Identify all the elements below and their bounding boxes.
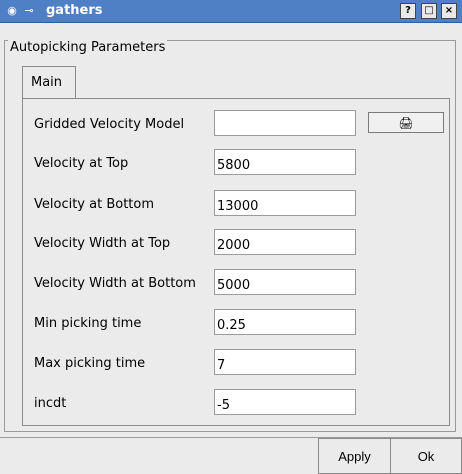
velocity-width-at-bottom-label: Velocity Width at Bottom — [34, 276, 196, 291]
close-button[interactable]: × — [441, 3, 457, 19]
velocity-width-at-top-label: Velocity Width at Top — [34, 236, 171, 251]
tab-panel-main — [22, 98, 450, 426]
pin-icon[interactable]: ⊸ — [22, 5, 36, 17]
gridded-velocity-model-field[interactable] — [214, 110, 356, 136]
gridded-velocity-model-label: Gridded Velocity Model — [34, 117, 185, 132]
incdt-field[interactable] — [214, 389, 356, 415]
min-picking-time-field[interactable] — [214, 309, 356, 335]
folder-open-icon: 🖨 — [398, 116, 414, 130]
help-button[interactable]: ? — [400, 3, 416, 19]
eye-icon[interactable]: ◉ — [6, 5, 18, 17]
ok-button[interactable]: Ok — [390, 438, 462, 474]
velocity-width-at-top-field[interactable] — [214, 229, 356, 255]
tab-main-label: Main — [31, 75, 63, 90]
group-title: Autopicking Parameters — [8, 40, 168, 56]
tab-main[interactable]: Main — [22, 66, 76, 99]
min-picking-time-label: Min picking time — [34, 316, 142, 331]
velocity-at-bottom-label: Velocity at Bottom — [34, 197, 155, 212]
browse-button[interactable]: 🖨 — [368, 112, 444, 133]
velocity-at-top-field[interactable] — [214, 149, 356, 175]
velocity-at-bottom-field[interactable] — [214, 190, 356, 216]
apply-button[interactable]: Apply — [318, 438, 391, 474]
velocity-at-top-label: Velocity at Top — [34, 156, 129, 171]
max-picking-time-label: Max picking time — [34, 356, 146, 371]
dialog-window: ◉ ⊸ gathers ? □ × Autopicking Parameters… — [0, 0, 462, 474]
maximize-button[interactable]: □ — [421, 3, 437, 19]
max-picking-time-field[interactable] — [214, 349, 356, 375]
window-title: gathers — [46, 3, 103, 18]
title-bar[interactable]: ◉ ⊸ gathers ? □ × — [0, 0, 462, 23]
incdt-label: incdt — [34, 396, 67, 411]
velocity-width-at-bottom-field[interactable] — [214, 269, 356, 295]
